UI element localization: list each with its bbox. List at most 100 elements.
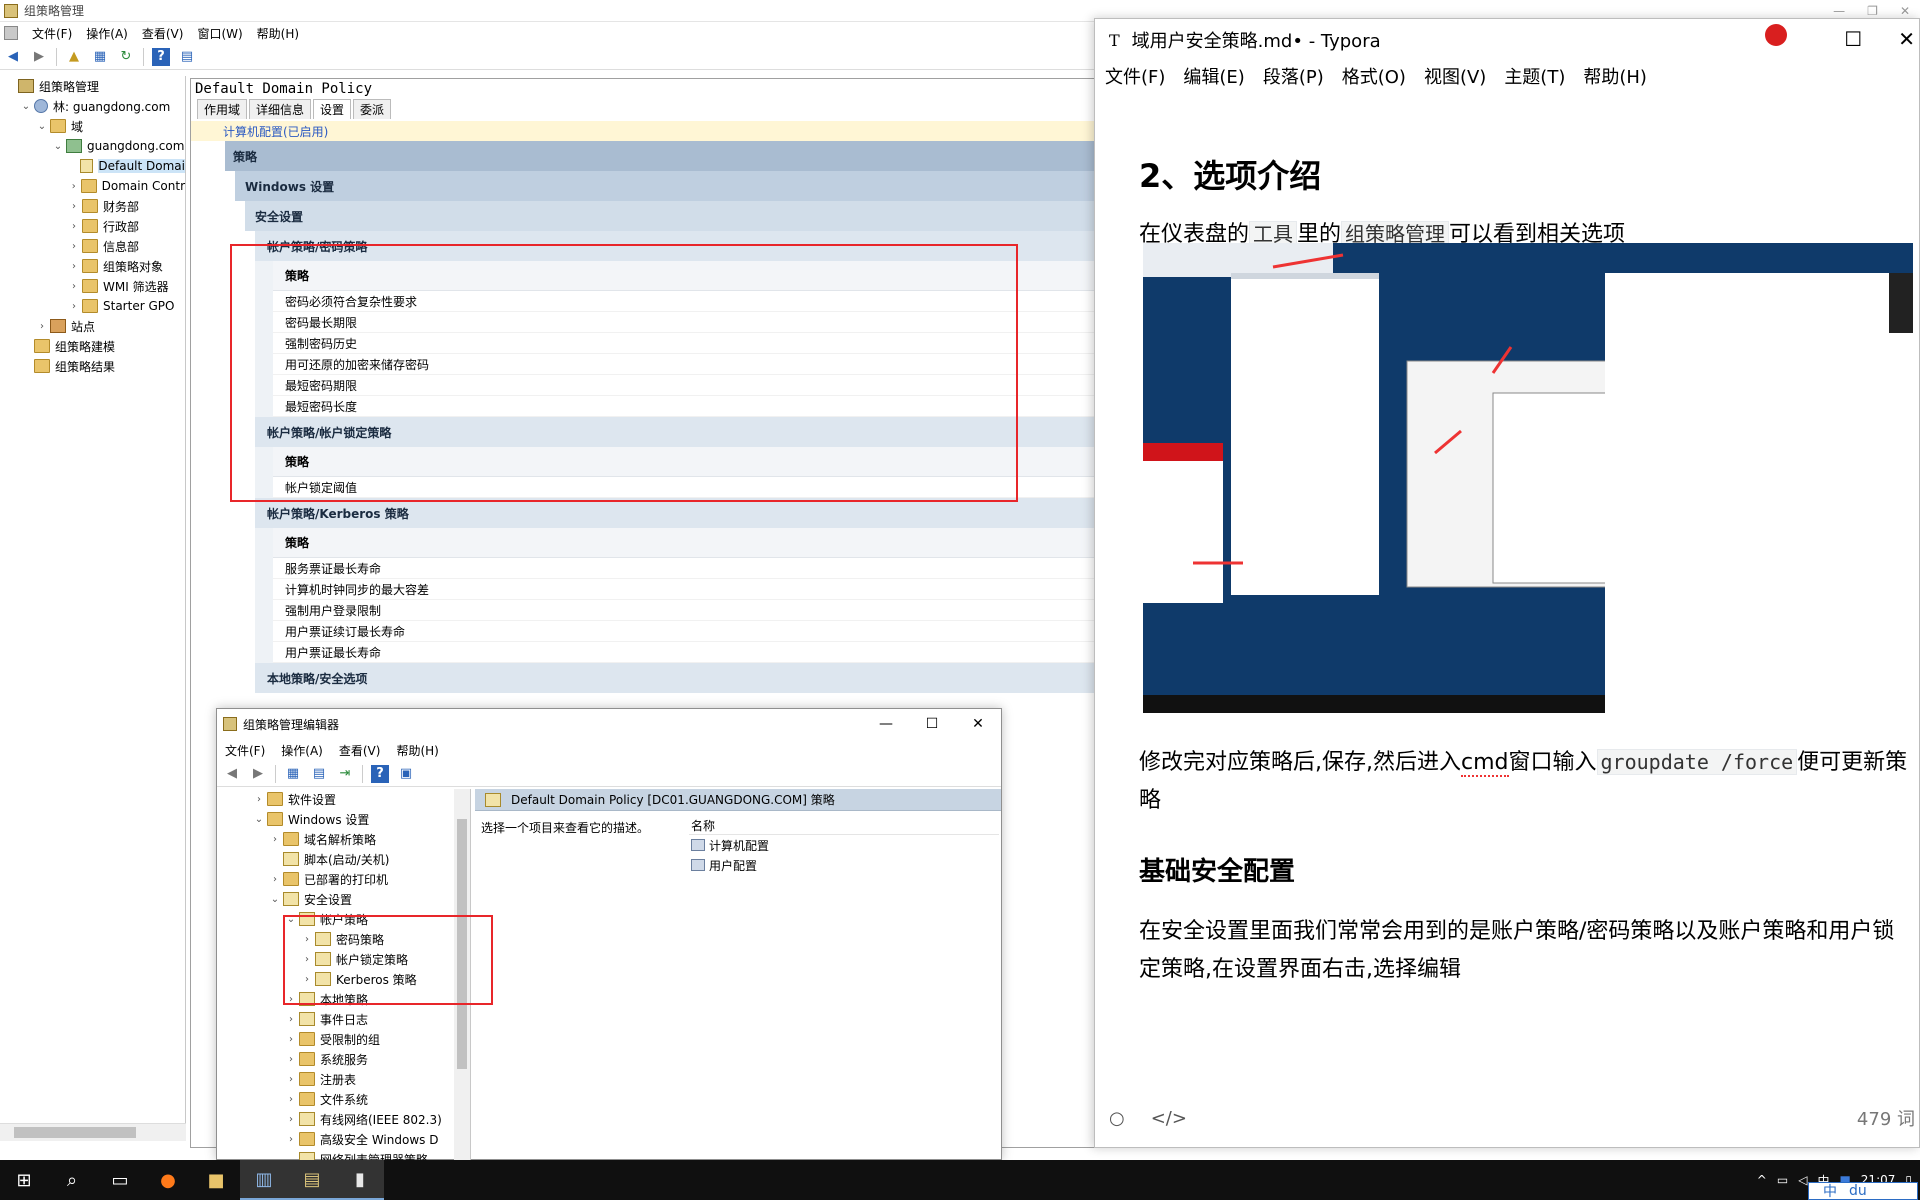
column-header-name[interactable]: 名称 bbox=[689, 817, 999, 835]
expander-icon[interactable]: › bbox=[285, 1074, 297, 1085]
report-bar-windows-settings[interactable]: Windows 设置 bbox=[235, 171, 1189, 201]
firefox-icon[interactable]: ● bbox=[144, 1160, 192, 1200]
expander-icon[interactable]: ⌄ bbox=[269, 894, 281, 905]
gpme-tree-node[interactable]: 脚本(启动/关机) bbox=[217, 849, 470, 869]
expander-icon[interactable]: ⌄ bbox=[52, 141, 64, 152]
forward-arrow-icon[interactable]: ▶ bbox=[30, 48, 48, 66]
gpme-tree-node[interactable]: › 系统服务 bbox=[217, 1049, 470, 1069]
file-explorer-icon[interactable]: ■ bbox=[192, 1160, 240, 1200]
forward-arrow-icon[interactable]: ▶ bbox=[249, 765, 267, 783]
expander-icon[interactable]: › bbox=[285, 1114, 297, 1125]
gpme-tree-node[interactable]: › 文件系统 bbox=[217, 1089, 470, 1109]
expander-icon[interactable]: › bbox=[285, 1034, 297, 1045]
typora-menu-paragraph[interactable]: 段落(P) bbox=[1263, 63, 1324, 89]
gpmc-minimize-button[interactable]: — bbox=[1833, 4, 1845, 18]
gpmc-tree-node[interactable]: Default Domai bbox=[0, 156, 185, 176]
gpmc-tree-node[interactable]: 组策略结果 bbox=[0, 356, 185, 376]
expander-icon[interactable]: › bbox=[68, 181, 79, 192]
expander-icon[interactable]: ⌄ bbox=[20, 101, 32, 112]
gpme-menu-help[interactable]: 帮助(H) bbox=[396, 742, 438, 759]
expander-icon[interactable]: ⌄ bbox=[253, 814, 265, 825]
expander-icon[interactable]: › bbox=[269, 874, 281, 885]
expander-icon[interactable]: › bbox=[68, 241, 80, 252]
gpmc-menu-help[interactable]: 帮助(H) bbox=[257, 25, 299, 42]
gpme-tree-node[interactable]: › 有线网络(IEEE 802.3) bbox=[217, 1109, 470, 1129]
gpmc-tree-node[interactable]: › 组策略对象 bbox=[0, 256, 185, 276]
report-section-bar[interactable]: 帐户策略/Kerberos 策略 bbox=[255, 498, 1189, 528]
typora-taskbar-icon[interactable]: ▮ bbox=[336, 1160, 384, 1200]
help-icon[interactable]: ? bbox=[371, 764, 389, 783]
gpme-tree-node[interactable]: › 已部署的打印机 bbox=[217, 869, 470, 889]
gpmc-menu-file[interactable]: 文件(F) bbox=[32, 25, 72, 42]
gpme-tree-node[interactable]: › 软件设置 bbox=[217, 789, 470, 809]
show-hide-tree-icon[interactable]: ▦ bbox=[91, 48, 109, 66]
typora-menu-file[interactable]: 文件(F) bbox=[1105, 63, 1165, 89]
show-hide-tree-icon[interactable]: ▦ bbox=[284, 765, 302, 783]
gpme-tree-node[interactable]: › 域名解析策略 bbox=[217, 829, 470, 849]
gpmc-menu-window[interactable]: 窗口(W) bbox=[197, 25, 242, 42]
report-section-bar[interactable]: 本地策略/安全选项 bbox=[255, 663, 1189, 693]
typora-editor[interactable]: 2、选项介绍 在仪表盘的 工具 里的 组策略管理 可以看到相关选项 修改完对应策… bbox=[1095, 91, 1920, 1091]
report-bar-policies[interactable]: 策略 bbox=[225, 141, 1189, 171]
outline-toggle-icon[interactable]: ○ bbox=[1109, 1108, 1125, 1129]
gpmc-restore-button[interactable]: ❐ bbox=[1867, 4, 1878, 18]
gpmc-tree-node[interactable]: › WMI 筛选器 bbox=[0, 276, 185, 296]
network-icon[interactable]: ▭ bbox=[1777, 1173, 1788, 1187]
gpmc-tree-node[interactable]: 组策略管理 bbox=[0, 76, 185, 96]
word-count[interactable]: 479 词 bbox=[1857, 1105, 1920, 1131]
gpmc-tree-node[interactable]: › 财务部 bbox=[0, 196, 185, 216]
tab-settings[interactable]: 设置 bbox=[313, 99, 352, 119]
tab-delegation[interactable]: 委派 bbox=[353, 99, 392, 119]
gpmc-tree-node[interactable]: › Starter GPO bbox=[0, 296, 185, 316]
gpmc-tree-node[interactable]: › 信息部 bbox=[0, 236, 185, 256]
properties-icon[interactable]: ▤ bbox=[310, 765, 328, 783]
expander-icon[interactable]: ⌄ bbox=[36, 121, 48, 132]
typora-menu-edit[interactable]: 编辑(E) bbox=[1183, 63, 1244, 89]
refresh-icon[interactable]: ↻ bbox=[117, 48, 135, 66]
tray-overflow-icon[interactable]: ^ bbox=[1757, 1173, 1767, 1187]
gpme-close-button[interactable]: ✕ bbox=[955, 716, 1001, 732]
back-arrow-icon[interactable]: ◀ bbox=[4, 48, 22, 66]
report-bar-security-settings[interactable]: 安全设置 bbox=[245, 201, 1189, 231]
typora-menu-view[interactable]: 视图(V) bbox=[1424, 63, 1486, 89]
gpmc-taskbar-icon[interactable]: ▤ bbox=[288, 1160, 336, 1200]
expander-icon[interactable]: › bbox=[269, 834, 281, 845]
gpmc-tree-node[interactable]: ⌄ 域 bbox=[0, 116, 185, 136]
task-view-icon[interactable]: ▭ bbox=[96, 1160, 144, 1200]
gpme-tree-node[interactable]: › 注册表 bbox=[217, 1069, 470, 1089]
tab-details[interactable]: 详细信息 bbox=[249, 99, 312, 119]
expander-icon[interactable]: › bbox=[285, 1094, 297, 1105]
expander-icon[interactable]: › bbox=[285, 1134, 297, 1145]
expander-icon[interactable]: › bbox=[68, 281, 80, 292]
expander-icon[interactable]: › bbox=[68, 201, 80, 212]
gpme-menu-action[interactable]: 操作(A) bbox=[281, 742, 323, 759]
server-manager-icon[interactable]: ▥ bbox=[240, 1160, 288, 1200]
ime-mode-label[interactable]: 中 bbox=[1823, 1181, 1837, 1200]
back-arrow-icon[interactable]: ◀ bbox=[223, 765, 241, 783]
export-list-icon[interactable]: ⇥ bbox=[336, 765, 354, 783]
gpme-tree-node[interactable]: › 高级安全 Windows D bbox=[217, 1129, 470, 1149]
tab-scope[interactable]: 作用域 bbox=[197, 99, 248, 119]
gpme-minimize-button[interactable]: — bbox=[863, 716, 909, 732]
expander-icon[interactable]: › bbox=[68, 301, 80, 312]
gpme-tree-node[interactable]: ⌄ Windows 设置 bbox=[217, 809, 470, 829]
computer-config-link[interactable]: 计算机配置(已启用) bbox=[191, 121, 1189, 141]
up-folder-icon[interactable]: ▲ bbox=[65, 48, 83, 66]
gpme-tree-node[interactable]: › 事件日志 bbox=[217, 1009, 470, 1029]
expander-icon[interactable]: › bbox=[68, 261, 80, 272]
typora-maximize-button[interactable]: ☐ bbox=[1844, 27, 1862, 51]
help-icon[interactable]: ? bbox=[152, 47, 170, 66]
typora-menu-format[interactable]: 格式(O) bbox=[1342, 63, 1406, 89]
gpme-menu-file[interactable]: 文件(F) bbox=[225, 742, 265, 759]
gpme-tree-node[interactable]: › 受限制的组 bbox=[217, 1029, 470, 1049]
ime-brand-label[interactable]: du bbox=[1849, 1183, 1867, 1199]
typora-menu-theme[interactable]: 主题(T) bbox=[1504, 63, 1565, 89]
gpmc-tree-node[interactable]: ⌄ guangdong.com bbox=[0, 136, 185, 156]
list-item-computer-config[interactable]: 计算机配置 bbox=[689, 835, 999, 855]
gpme-maximize-button[interactable]: ☐ bbox=[909, 716, 955, 732]
list-item-user-config[interactable]: 用户配置 bbox=[689, 855, 999, 875]
expander-icon[interactable]: › bbox=[36, 321, 48, 332]
gpme-menu-view[interactable]: 查看(V) bbox=[339, 742, 381, 759]
gpmc-tree-node[interactable]: › 行政部 bbox=[0, 216, 185, 236]
windows-start-icon[interactable]: ⊞ bbox=[0, 1160, 48, 1200]
